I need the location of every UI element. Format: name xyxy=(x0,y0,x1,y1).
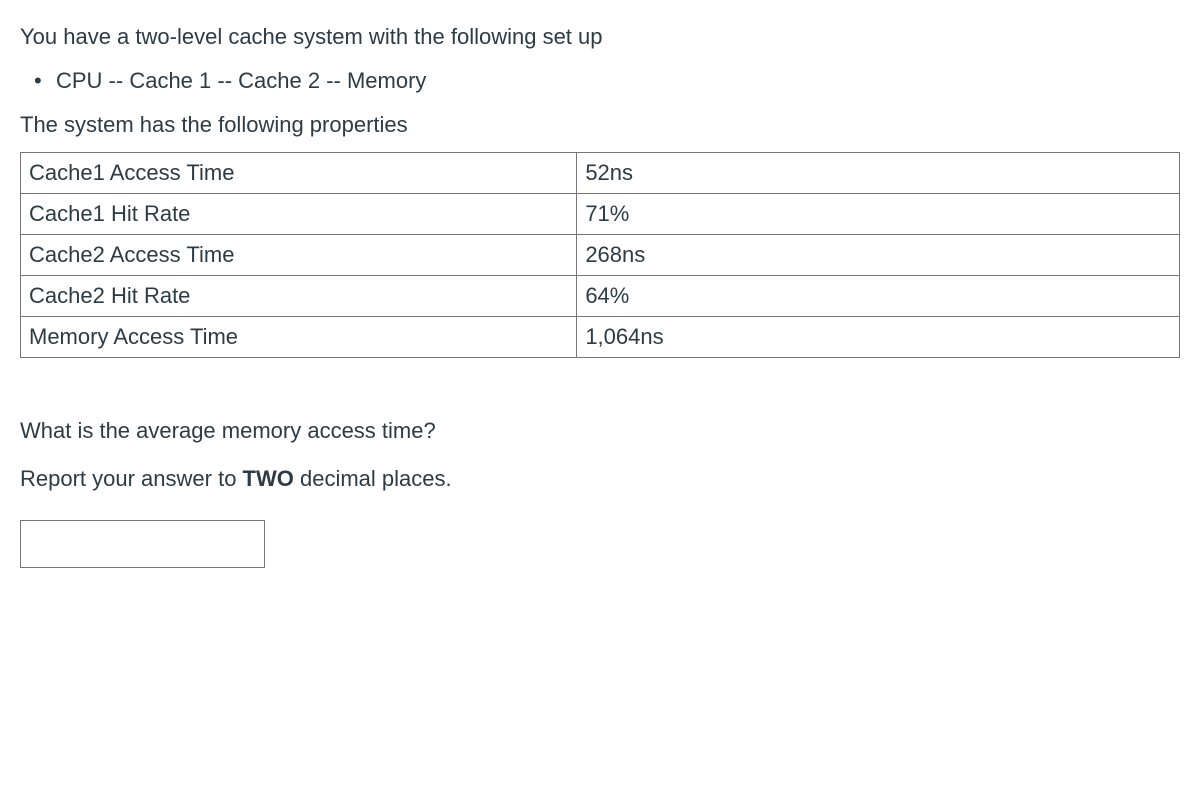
table-row: Memory Access Time 1,064ns xyxy=(21,317,1180,358)
instruction-prefix: Report your answer to xyxy=(20,466,243,491)
prop-label: Cache1 Hit Rate xyxy=(21,194,577,235)
prop-label: Cache2 Access Time xyxy=(21,235,577,276)
answer-input[interactable] xyxy=(20,520,265,568)
prop-value: 1,064ns xyxy=(577,317,1180,358)
question-text: What is the average memory access time? xyxy=(20,418,1180,444)
setup-item: CPU -- Cache 1 -- Cache 2 -- Memory xyxy=(56,68,1180,94)
setup-list: CPU -- Cache 1 -- Cache 2 -- Memory xyxy=(56,68,1180,94)
table-row: Cache1 Hit Rate 71% xyxy=(21,194,1180,235)
prop-value: 268ns xyxy=(577,235,1180,276)
properties-table: Cache1 Access Time 52ns Cache1 Hit Rate … xyxy=(20,152,1180,358)
table-row: Cache2 Access Time 268ns xyxy=(21,235,1180,276)
table-row: Cache1 Access Time 52ns xyxy=(21,153,1180,194)
prop-value: 52ns xyxy=(577,153,1180,194)
prop-value: 71% xyxy=(577,194,1180,235)
instruction-text: Report your answer to TWO decimal places… xyxy=(20,466,1180,492)
intro-text: You have a two-level cache system with t… xyxy=(20,24,1180,50)
prop-value: 64% xyxy=(577,276,1180,317)
prop-label: Cache1 Access Time xyxy=(21,153,577,194)
table-row: Cache2 Hit Rate 64% xyxy=(21,276,1180,317)
prop-label: Cache2 Hit Rate xyxy=(21,276,577,317)
instruction-suffix: decimal places. xyxy=(294,466,452,491)
instruction-bold: TWO xyxy=(243,466,294,491)
properties-heading: The system has the following properties xyxy=(20,112,1180,138)
prop-label: Memory Access Time xyxy=(21,317,577,358)
